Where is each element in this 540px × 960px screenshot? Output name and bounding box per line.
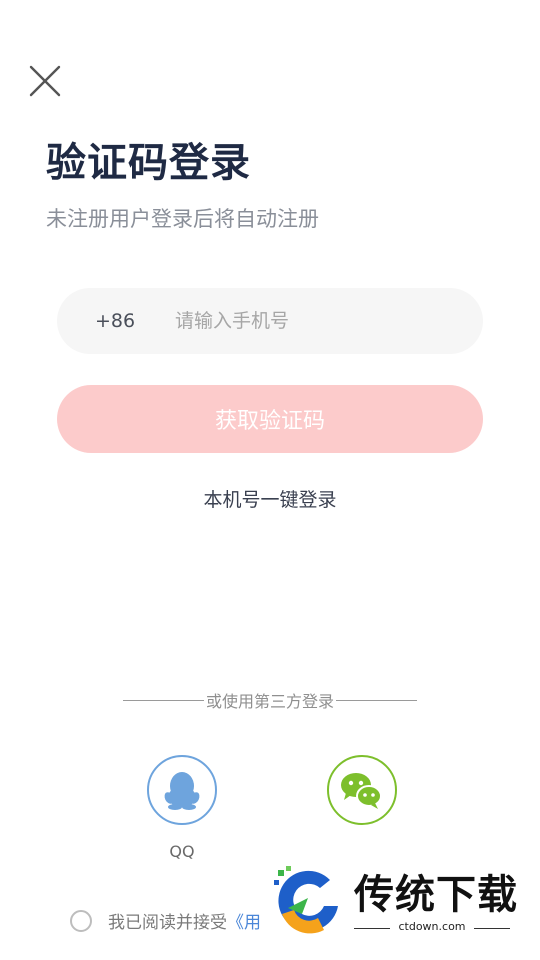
wechat-login-button[interactable] bbox=[327, 755, 397, 825]
qq-label: QQ bbox=[169, 842, 195, 861]
third-party-divider: 或使用第三方登录 bbox=[123, 689, 418, 711]
close-icon bbox=[29, 65, 61, 97]
agreement-text: 我已阅读并接受 bbox=[108, 913, 227, 933]
agreement-row: 我已阅读并接受 《用 bbox=[70, 908, 261, 933]
watermark-logo-icon bbox=[274, 866, 340, 934]
get-code-button[interactable]: 获取验证码 bbox=[57, 385, 483, 453]
watermark-domain: ctdown.com bbox=[398, 920, 466, 933]
wechat-icon bbox=[341, 773, 382, 809]
close-button[interactable] bbox=[28, 64, 62, 98]
page-title: 验证码登录 bbox=[46, 140, 251, 186]
watermark-line-right bbox=[474, 928, 510, 929]
page-subtitle: 未注册用户登录后将自动注册 bbox=[46, 207, 319, 231]
agreement-link[interactable]: 《用 bbox=[227, 908, 261, 933]
watermark-brand: 传统下载 bbox=[354, 872, 518, 918]
divider-line-left bbox=[123, 699, 204, 701]
watermark-overlay: 传统下载 ctdown.com bbox=[268, 862, 530, 940]
qq-login-button[interactable] bbox=[147, 755, 217, 825]
divider-line-right bbox=[336, 699, 418, 701]
agreement-checkbox[interactable] bbox=[70, 909, 92, 932]
one-click-login-link[interactable]: 本机号一键登录 bbox=[0, 485, 540, 512]
phone-input[interactable] bbox=[175, 310, 455, 332]
phone-field[interactable]: +86 bbox=[57, 288, 483, 354]
country-code[interactable]: +86 bbox=[95, 310, 175, 332]
qq-penguin-icon bbox=[164, 772, 200, 810]
third-party-divider-label: 或使用第三方登录 bbox=[206, 692, 335, 711]
